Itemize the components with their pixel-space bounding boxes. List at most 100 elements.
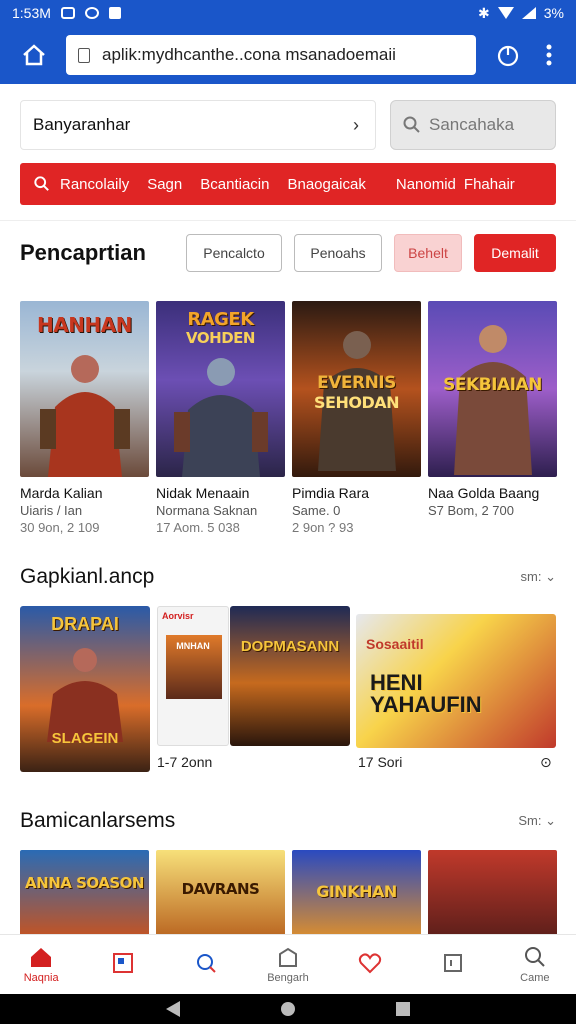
game-tile[interactable]: DOPMASANN (230, 606, 350, 746)
tile-title: HENI YAHAUFIN (370, 670, 482, 717)
home-icon (23, 44, 45, 66)
cover-title: EVERNIS (317, 373, 396, 393)
tile-tag: Aorvisr (162, 611, 194, 621)
cover-title: HANHAN (37, 313, 132, 337)
tile-title: MNHAN (176, 641, 210, 651)
url-bar[interactable]: aplik:mydhcanthe..cona msanadoemaii (66, 35, 476, 75)
tile-caption: 1-7 2onn (157, 754, 213, 770)
cover-title: SEKBIAIAN (443, 375, 542, 395)
cover-character (39, 355, 130, 477)
game-card[interactable]: EVERNIS SEHODAN Pimdia Rara Same. 0 2 9o… (292, 301, 421, 535)
nav-label: Came (520, 971, 550, 984)
category-dropdown[interactable]: Banyaranhar › (20, 100, 376, 150)
search-chat-icon (196, 953, 216, 973)
status-time: 1:53M (12, 5, 51, 21)
search-input[interactable]: Sancahaka (390, 100, 556, 150)
nav-item-frame[interactable] (411, 935, 493, 994)
game-cover (428, 850, 557, 940)
heart-icon (359, 952, 382, 973)
game-tile[interactable]: ANNA SOASON (20, 850, 149, 940)
bottom-navigation: Naqnia Bengarh Came (0, 934, 576, 994)
game-publisher: Uiaris / Ian (20, 503, 83, 518)
game-card[interactable]: SEKBIAIAN Naa Golda Baang S7 Bom, 2 700 (428, 301, 557, 535)
back-icon[interactable] (166, 1001, 180, 1017)
nav-item-window[interactable] (82, 935, 164, 994)
game-tile[interactable]: DRAPAI SLAGEIN (20, 606, 150, 772)
tile-title: ANNA SOASON (25, 874, 144, 892)
status-bar: 1:53M ✱ 3% (0, 0, 576, 26)
search-icon (403, 116, 420, 133)
tile-character (47, 648, 123, 742)
game-meta: 17 Aom. 5 038 (156, 520, 240, 535)
nav-item-home[interactable]: Naqnia (0, 935, 82, 994)
info-icon[interactable]: ⊙ (540, 754, 552, 771)
game-cover: DAVRANS (156, 850, 285, 940)
game-name: Marda Kalian (20, 485, 103, 501)
filter-bar: Rancolaily Sagn Bcantiacin Bnaogaicak Na… (20, 163, 556, 205)
tile-title: DRAPAI (51, 614, 119, 634)
home-circle-icon[interactable] (280, 1001, 296, 1017)
nav-item-building[interactable]: Bengarh (247, 935, 329, 994)
filter-item[interactable]: Rancolaily (60, 176, 129, 193)
game-tile[interactable]: Aorvisr MNHAN (157, 606, 229, 746)
see-more-label: Sm: (518, 813, 542, 828)
game-tile[interactable]: DAVRANS (156, 850, 285, 940)
game-card[interactable]: RAGEK VOHDEN Nidak Menaain Normana Sakna… (156, 301, 285, 535)
cover-character (453, 325, 532, 475)
chip-filter-active[interactable]: Demalit (474, 234, 556, 272)
divider (0, 220, 576, 221)
chip-filter[interactable]: Behelt (394, 234, 462, 272)
game-name: Nidak Menaain (156, 485, 250, 501)
game-cover: HANHAN (20, 301, 149, 477)
chevron-down-icon: ⌄ (545, 813, 556, 828)
recents-icon[interactable] (396, 1002, 410, 1016)
home-button[interactable] (10, 31, 58, 79)
building-icon (278, 947, 297, 967)
wifi-icon (497, 7, 514, 19)
game-cover: EVERNIS SEHODAN (292, 301, 421, 477)
home-icon (31, 947, 52, 967)
nav-item-game[interactable]: Came (494, 935, 576, 994)
chip-filter[interactable]: Pencalcto (186, 234, 282, 272)
game-tile[interactable] (428, 850, 557, 940)
section-title: Bamicanlarsems (20, 809, 176, 832)
section-title: Pencaprtian (20, 240, 146, 265)
filter-item[interactable]: Bcantiacin (200, 176, 269, 193)
url-text: aplik:mydhcanthe..cona msanadoemaii (102, 45, 396, 64)
see-more-link[interactable]: Sm: ⌄ (518, 813, 556, 829)
browser-toolbar: aplik:mydhcanthe..cona msanadoemaii (0, 26, 576, 84)
nav-item-favorites[interactable] (329, 935, 411, 994)
cover-title: RAGEK (187, 309, 254, 330)
power-button[interactable] (484, 31, 532, 79)
window-icon (113, 952, 134, 973)
game-name: Naa Golda Baang (428, 485, 540, 501)
game-name: Pimdia Rara (292, 485, 370, 501)
page-icon (78, 47, 90, 63)
game-meta: 30 9on, 2 109 (20, 520, 100, 535)
system-navigation (0, 994, 576, 1024)
see-more-link[interactable]: sm: ⌄ (521, 569, 556, 585)
game-tile[interactable]: GINKHAN (292, 850, 421, 940)
battery-level: 3% (543, 5, 564, 21)
chevron-right-icon: › (353, 114, 359, 135)
filter-item[interactable]: Fhahair (464, 176, 515, 193)
game-tile[interactable]: Sosaaitil HENI YAHAUFIN (356, 614, 556, 748)
menu-button[interactable] (532, 31, 566, 79)
game-publisher: Normana Saknan (156, 503, 258, 518)
game-publisher: Same. 0 (292, 503, 341, 518)
game-card[interactable]: HANHAN Marda Kalian Uiaris / Ian 30 9on,… (20, 301, 149, 535)
game-cover: ANNA SOASON (20, 850, 149, 940)
nav-item-search-chat[interactable] (165, 935, 247, 994)
filter-item[interactable]: Nanomid (396, 176, 456, 193)
tile-title: DOPMASANN (240, 638, 340, 655)
frame-icon (443, 953, 462, 972)
signal-icon (521, 7, 536, 19)
chip-filter[interactable]: Penoahs (294, 234, 382, 272)
more-vert-icon (546, 44, 552, 66)
tile-caption: 17 Sori (358, 754, 403, 770)
tile-title: DAVRANS (181, 880, 260, 898)
search-icon[interactable] (34, 176, 50, 192)
filter-item[interactable]: Sagn (147, 176, 182, 193)
nav-label: Naqnia (23, 971, 59, 984)
filter-item[interactable]: Bnaogaicak (287, 176, 365, 193)
